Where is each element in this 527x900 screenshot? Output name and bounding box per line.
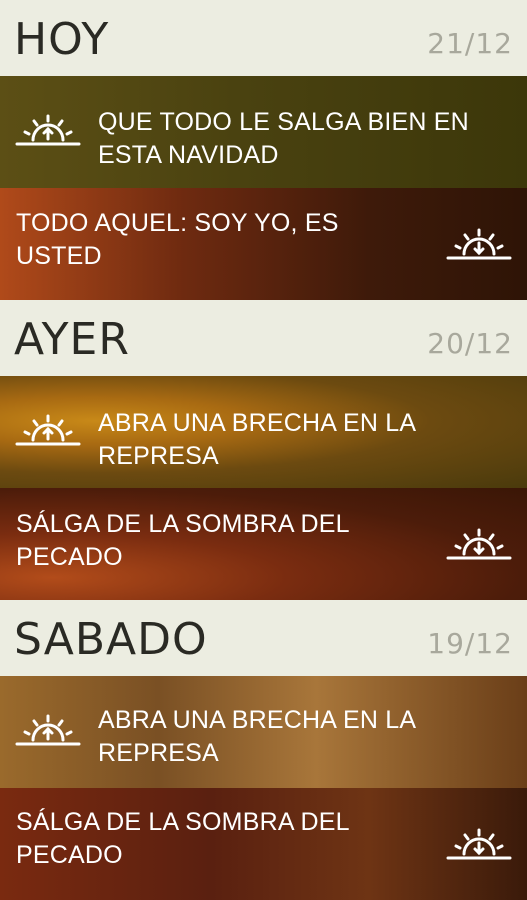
morning-devotional-item[interactable]: QUE TODO LE SALGA BIEN EN ESTA NAVIDAD bbox=[0, 76, 527, 188]
day-header-saturday: SABADO 19/12 bbox=[0, 600, 527, 676]
day-name: AYER bbox=[14, 314, 130, 365]
day-date: 20/12 bbox=[427, 327, 513, 360]
evening-devotional-item[interactable]: SÁLGA DE LA SOMBRA DEL PECADO bbox=[0, 788, 527, 900]
sunrise-icon bbox=[15, 414, 81, 446]
sunset-icon bbox=[446, 228, 512, 260]
sunrise-icon bbox=[15, 114, 81, 146]
day-date: 19/12 bbox=[427, 627, 513, 660]
day-date: 21/12 bbox=[427, 27, 513, 60]
devotional-title: ABRA UNA BRECHA EN LA REPRESA bbox=[98, 409, 415, 470]
devotional-title: ABRA UNA BRECHA EN LA REPRESA bbox=[98, 706, 415, 767]
evening-devotional-item[interactable]: TODO AQUEL: SOY YO, ES USTED bbox=[0, 188, 527, 300]
sunset-icon bbox=[446, 828, 512, 860]
morning-devotional-item[interactable]: ABRA UNA BRECHA EN LA REPRESA bbox=[0, 376, 527, 488]
evening-devotional-item[interactable]: SÁLGA DE LA SOMBRA DEL PECADO bbox=[0, 488, 527, 600]
day-header-today: HOY 21/12 bbox=[0, 0, 527, 76]
morning-devotional-item[interactable]: ABRA UNA BRECHA EN LA REPRESA bbox=[0, 676, 527, 788]
day-header-yesterday: AYER 20/12 bbox=[0, 300, 527, 376]
devotional-title: SÁLGA DE LA SOMBRA DEL PECADO bbox=[16, 510, 349, 571]
devotional-title: TODO AQUEL: SOY YO, ES USTED bbox=[16, 209, 339, 270]
devotional-list: HOY 21/12 QUE TODO LE SALGA BIEN EN ESTA… bbox=[0, 0, 527, 900]
sunset-icon bbox=[446, 528, 512, 560]
day-name: SABADO bbox=[14, 614, 208, 665]
devotional-title: SÁLGA DE LA SOMBRA DEL PECADO bbox=[16, 808, 349, 869]
sunrise-icon bbox=[15, 714, 81, 746]
day-name: HOY bbox=[14, 14, 110, 65]
devotional-title: QUE TODO LE SALGA BIEN EN ESTA NAVIDAD bbox=[98, 108, 469, 169]
